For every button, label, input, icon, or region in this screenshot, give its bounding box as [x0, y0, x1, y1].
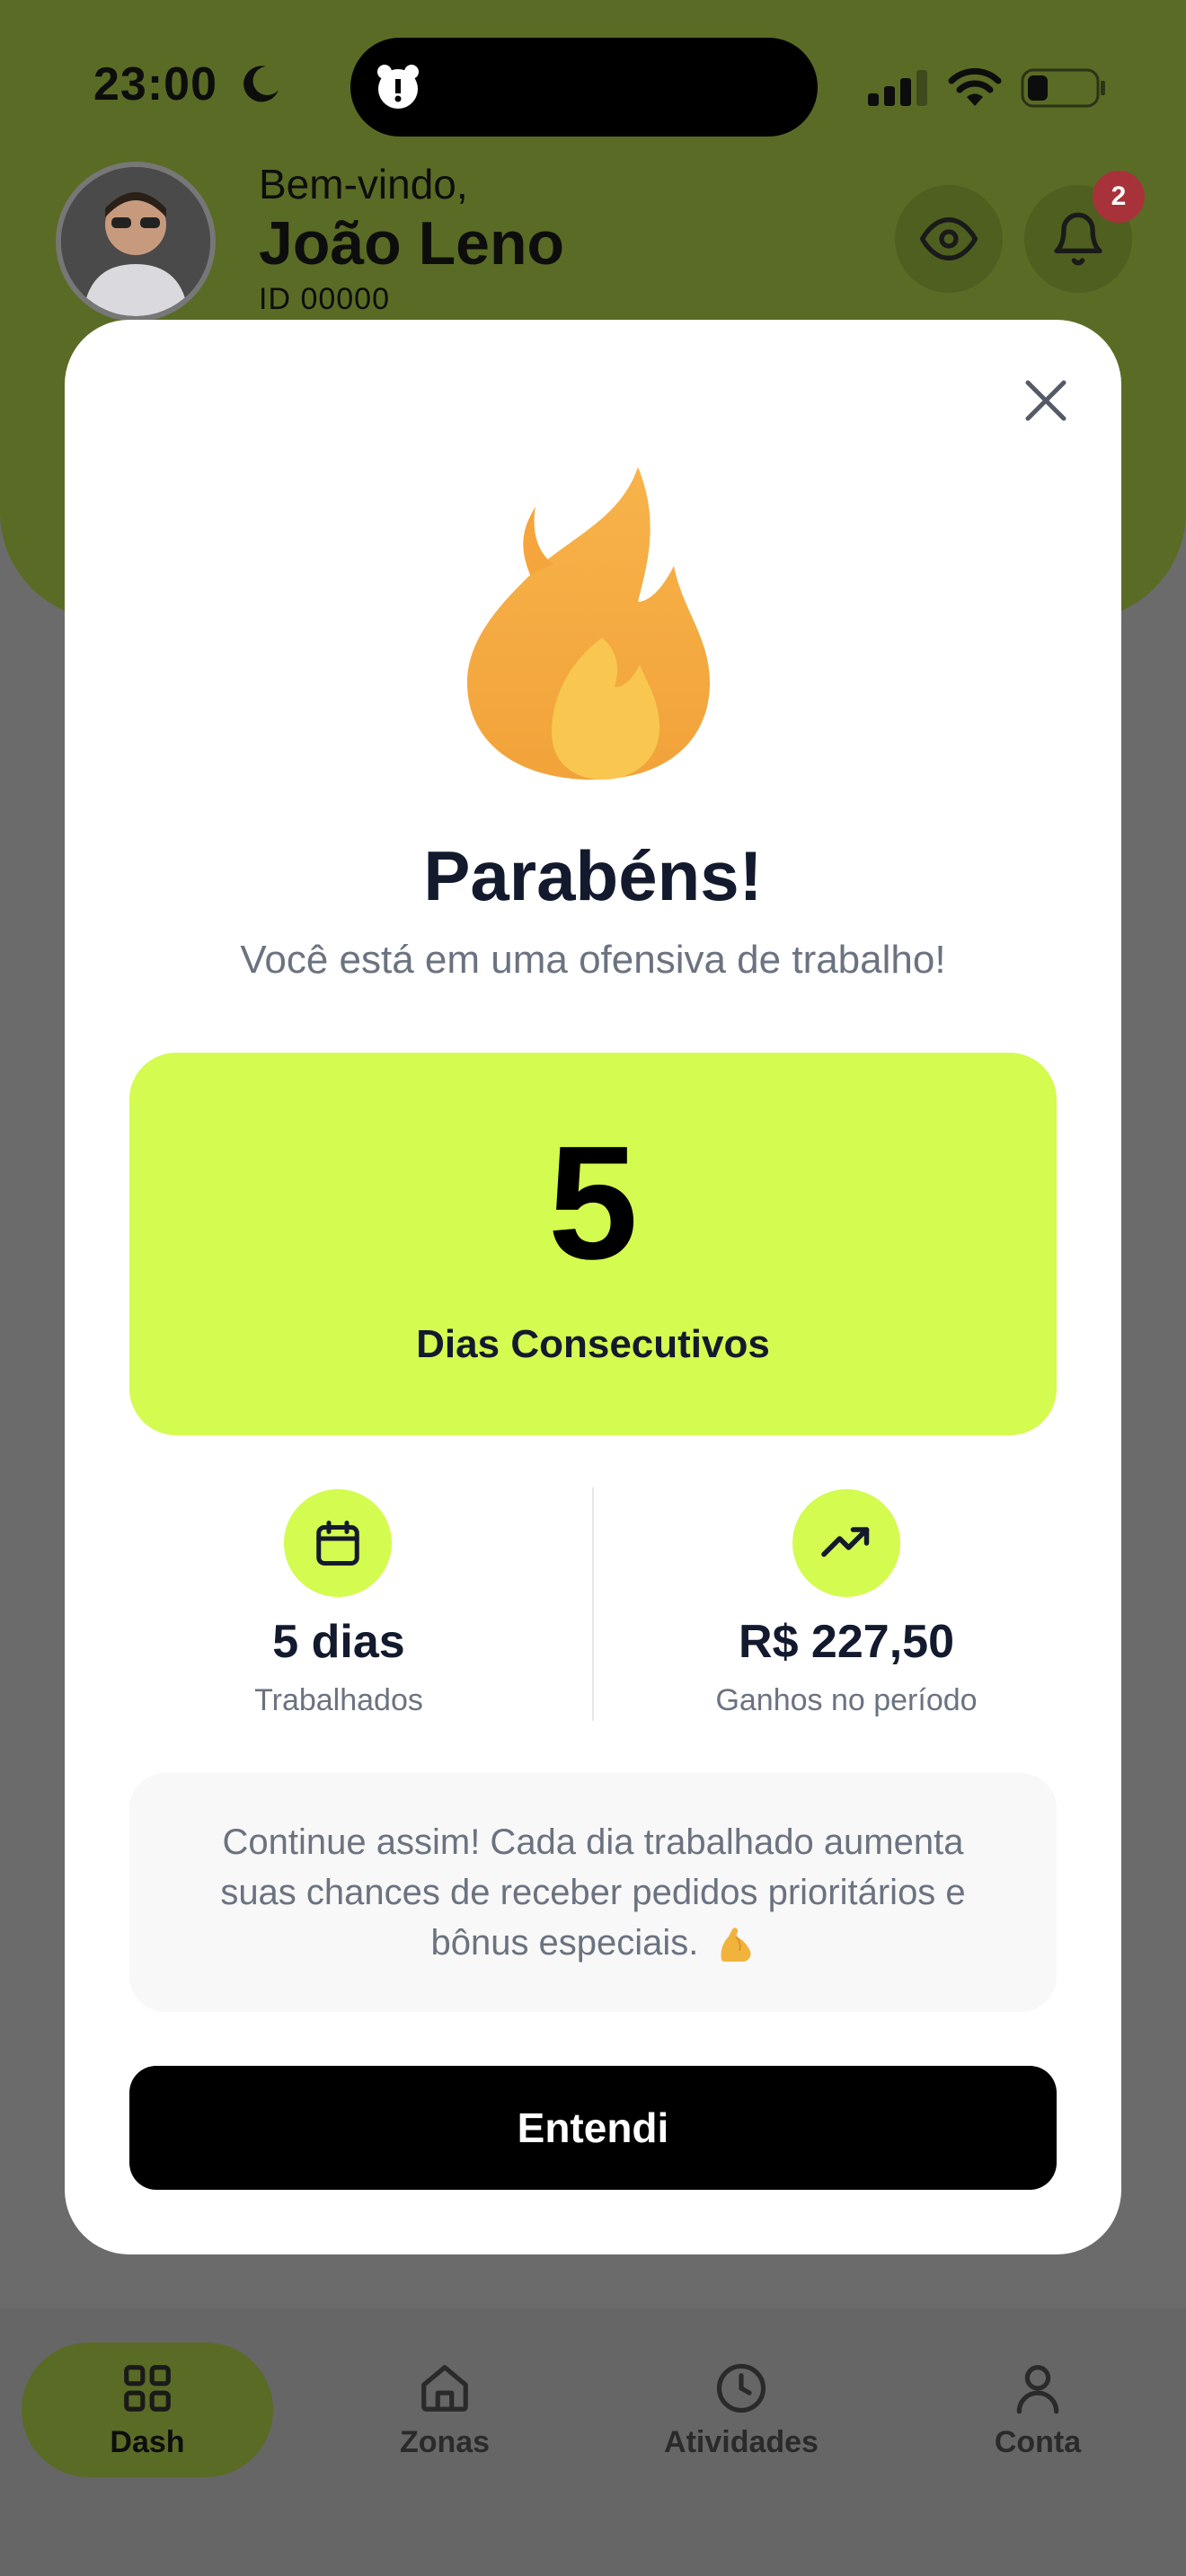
motivation-text: Continue assim! Cada dia trabalhado aume… [220, 1822, 966, 1963]
flexed-biceps-icon [721, 1928, 751, 1963]
avatar[interactable] [56, 162, 216, 322]
close-icon [1025, 380, 1067, 421]
notification-badge: 2 [1093, 171, 1145, 223]
stat-days-label: Trabalhados [254, 1683, 423, 1717]
signal-icon [868, 70, 927, 106]
eye-icon [920, 217, 978, 260]
motivation-text-wrapper: Continue assim! Cada dia trabalhado aume… [192, 1817, 994, 1968]
avatar-photo [61, 167, 210, 316]
home-icon [421, 2364, 468, 2412]
stat-earnings-icon-circle [792, 1489, 900, 1597]
fire-icon [467, 467, 710, 780]
nav-label-dash: Dash [110, 2424, 185, 2459]
battery-icon [1021, 68, 1105, 108]
nav-item-dash[interactable]: Dash [22, 2342, 273, 2477]
trending-up-icon [821, 1527, 870, 1557]
nav-label-conta: Conta [994, 2424, 1082, 2459]
motivation-box: Continue assim! Cada dia trabalhado aume… [129, 1773, 1057, 2012]
calendar-icon [316, 1521, 359, 1566]
nav-item-zonas[interactable]: Zonas [319, 2342, 571, 2477]
toggle-visibility-button[interactable] [895, 185, 1003, 293]
streak-label: Dias Consecutivos [416, 1322, 770, 1366]
nav-label-zonas: Zonas [399, 2424, 491, 2459]
nav-label-atividades: Atividades [664, 2424, 819, 2459]
modal-subtitle: Você está em uma ofensiva de trabalho! [240, 938, 946, 982]
welcome-text: Bem-vindo, [259, 161, 468, 207]
screen: 23:00 Bem-vindo, João Leno ID 00000 2 Da… [0, 0, 1186, 2576]
clock-icon [716, 2363, 766, 2413]
stat-divider [592, 1487, 594, 1721]
nav-item-atividades[interactable]: Atividades [615, 2342, 867, 2477]
moon-icon [243, 66, 279, 102]
app-activity-icon [377, 65, 419, 109]
status-time: 23:00 [93, 58, 217, 110]
bell-icon [1054, 212, 1102, 266]
close-button[interactable] [1013, 368, 1078, 433]
nav-item-conta[interactable]: Conta [912, 2342, 1164, 2477]
stat-earnings-label: Ganhos no período [715, 1683, 978, 1717]
grid-icon [124, 2364, 171, 2412]
stat-days-value: 5 dias [272, 1616, 405, 1668]
streak-count: 5 [547, 1113, 639, 1293]
status-bar: 23:00 [0, 0, 1186, 162]
modal-title: Parabéns! [423, 836, 763, 915]
understood-button[interactable]: Entendi [129, 2066, 1057, 2190]
user-id: ID 00000 [259, 282, 390, 316]
user-name: João Leno [259, 209, 565, 278]
user-icon [1016, 2364, 1059, 2413]
wifi-icon [948, 67, 1002, 106]
stat-days-icon-circle [284, 1489, 392, 1597]
stat-earnings-value: R$ 227,50 [739, 1616, 954, 1668]
